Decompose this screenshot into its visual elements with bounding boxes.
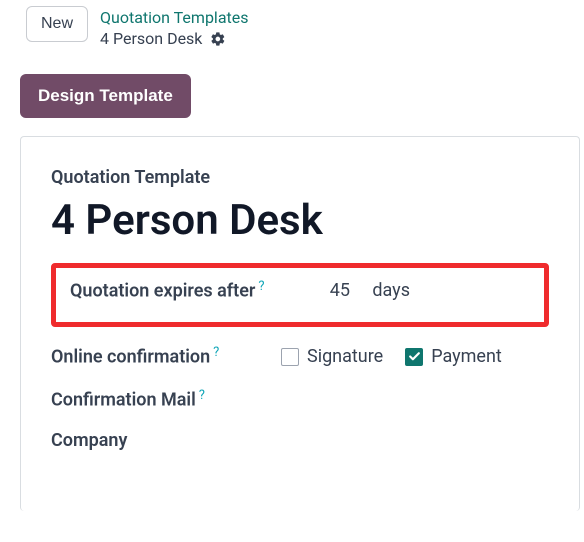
- gear-icon[interactable]: [210, 31, 226, 47]
- company-label: Company: [51, 430, 127, 451]
- design-template-button[interactable]: Design Template: [20, 74, 191, 118]
- online-confirmation-row: Online confirmation? Signature Payment: [51, 345, 549, 367]
- breadcrumb: Quotation Templates 4 Person Desk: [100, 6, 248, 48]
- expire-label: Quotation expires after: [70, 280, 255, 301]
- online-confirmation-label: Online confirmation: [51, 347, 210, 368]
- quotation-expires-row: Quotation expires after? 45 days: [51, 263, 549, 327]
- help-icon[interactable]: ?: [258, 279, 264, 294]
- new-button[interactable]: New: [26, 6, 88, 42]
- confirmation-mail-row: Confirmation Mail?: [51, 388, 549, 410]
- signature-checkbox[interactable]: [281, 348, 299, 366]
- expire-unit: days: [350, 278, 410, 301]
- record-title: 4 Person Desk: [51, 196, 549, 245]
- expire-value[interactable]: 45: [290, 278, 350, 301]
- payment-checkbox[interactable]: [405, 348, 423, 366]
- confirmation-mail-label: Confirmation Mail: [51, 389, 196, 410]
- help-icon[interactable]: ?: [213, 345, 219, 360]
- form-card: Quotation Template 4 Person Desk Quotati…: [20, 136, 580, 511]
- signature-label: Signature: [307, 346, 383, 367]
- section-label: Quotation Template: [51, 167, 549, 188]
- breadcrumb-parent-link[interactable]: Quotation Templates: [100, 8, 248, 27]
- company-row: Company: [51, 430, 549, 451]
- payment-label: Payment: [431, 346, 502, 367]
- help-icon[interactable]: ?: [199, 388, 205, 403]
- breadcrumb-current: 4 Person Desk: [100, 29, 202, 48]
